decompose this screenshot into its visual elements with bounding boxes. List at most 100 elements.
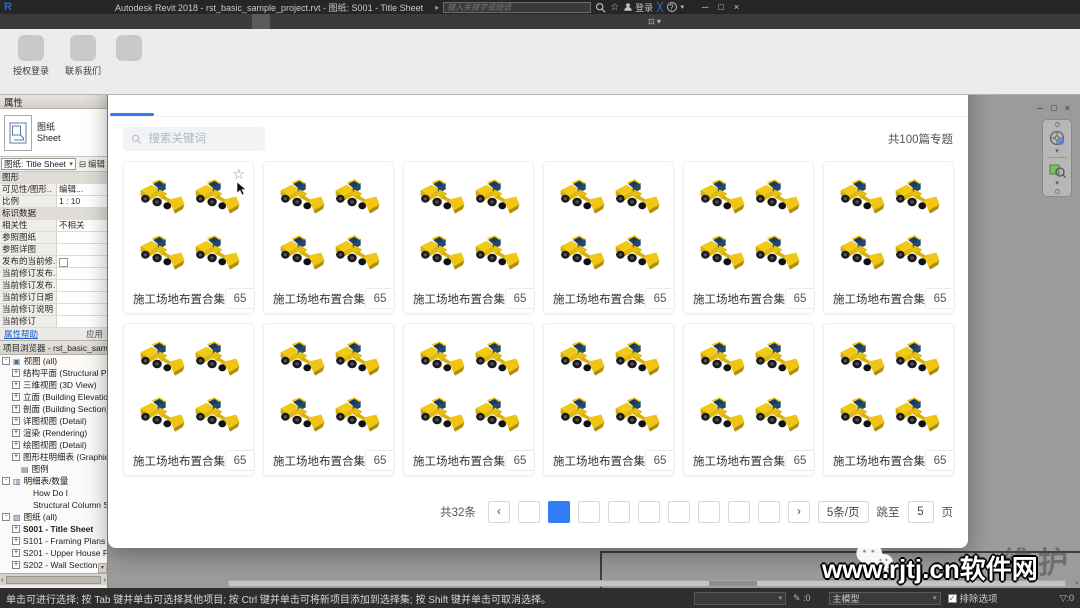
ribbon-tab[interactable]	[126, 14, 144, 29]
property-value[interactable]: 1 : 10	[57, 196, 107, 207]
ribbon-tab[interactable]	[234, 14, 252, 29]
tree-expand-icon[interactable]: -	[2, 477, 10, 485]
collapse-arrow-icon[interactable]: ▸	[435, 3, 439, 12]
topic-card[interactable]: 施工场地布置合集 65 ☆	[403, 161, 535, 314]
ribbon-tab[interactable]	[252, 14, 270, 29]
page-number-button[interactable]	[637, 501, 660, 523]
filter-count[interactable]: ▽:0	[1060, 593, 1074, 604]
topic-card[interactable]: 施工场地布置合集 65 ☆	[683, 323, 815, 476]
topic-card[interactable]: 施工场地布置合集 65 ☆	[823, 161, 955, 314]
view-restore-button[interactable]: □	[1051, 103, 1056, 113]
nav-chevron-icon[interactable]: ▾	[1055, 148, 1059, 155]
topic-card[interactable]: 施工场地布置合集 65 ☆	[823, 323, 955, 476]
tree-item[interactable]: + S201 - Upper House Framing	[0, 547, 107, 559]
nav-chevron-icon[interactable]: ▾	[1055, 180, 1059, 187]
tree-horizontal-scrollbar[interactable]: ‹ ›	[0, 573, 107, 585]
help-search-box[interactable]	[443, 1, 592, 13]
help-chevron-icon[interactable]: ▾	[681, 3, 685, 11]
topic-search-input[interactable]	[146, 132, 257, 146]
tree-item[interactable]: Structural Column Schedule	[0, 499, 107, 511]
tree-expand-icon[interactable]: +	[12, 369, 20, 377]
property-value[interactable]	[57, 232, 107, 243]
property-value[interactable]	[57, 292, 107, 303]
tree-item[interactable]: + 绘图视图 (Detail)	[0, 439, 107, 451]
tree-expand-icon[interactable]: +	[12, 417, 20, 425]
minimize-button[interactable]: ─	[702, 2, 708, 12]
tree-item[interactable]: + 详图视图 (Detail)	[0, 415, 107, 427]
scroll-right-icon[interactable]: ›	[103, 575, 106, 584]
scrollbar-arrow-icon[interactable]: ›	[1075, 578, 1078, 587]
scrollbar-thumb[interactable]	[709, 581, 757, 586]
tree-item[interactable]: ▤ 图例	[0, 463, 107, 475]
page-number-button[interactable]	[697, 501, 720, 523]
ribbon-tab[interactable]	[198, 14, 216, 29]
topic-card[interactable]: 施工场地布置合集 65 ☆	[263, 161, 395, 314]
edit-type-button[interactable]: ⊟ 编辑	[77, 157, 107, 171]
page-size-select[interactable]: 5条/页	[817, 501, 869, 523]
topic-card[interactable]: 施工场地布置合集 65 ☆	[123, 323, 255, 476]
tree-item[interactable]: - ▥ 明细表/数量	[0, 475, 107, 487]
property-value[interactable]	[57, 316, 107, 327]
tree-expand-icon[interactable]: +	[12, 453, 20, 461]
tree-item[interactable]: + S101 - Framing Plans	[0, 535, 107, 547]
page-number-button[interactable]	[607, 501, 630, 523]
favorite-star-icon[interactable]: ☆	[232, 166, 245, 183]
star-icon[interactable]: ☆	[610, 2, 619, 13]
close-button[interactable]: ×	[734, 2, 739, 12]
ribbon-tab[interactable]	[108, 14, 126, 29]
tree-expand-icon[interactable]: +	[12, 381, 20, 389]
apply-button[interactable]: 应用	[86, 328, 103, 340]
page-number-button[interactable]	[517, 501, 540, 523]
property-row[interactable]: 比例 1 : 10	[0, 196, 107, 208]
sign-in-button[interactable]: 登录	[623, 1, 653, 14]
tree-expand-icon[interactable]: -	[2, 513, 10, 521]
workset-select[interactable]: ▾	[693, 591, 786, 605]
ribbon-tab[interactable]	[0, 14, 18, 29]
topic-card[interactable]: 施工场地布置合集 65 ☆	[263, 323, 395, 476]
ribbon-tab[interactable]	[216, 14, 234, 29]
tree-scroll-down-arrow[interactable]: ▾	[98, 563, 107, 573]
type-select-dropdown[interactable]: 图纸: Title Sheet ▾	[1, 158, 76, 170]
property-row[interactable]: 参照图纸	[0, 232, 107, 244]
property-value[interactable]	[57, 268, 107, 279]
property-row[interactable]: 当前修订发布..	[0, 280, 107, 292]
tree-expand-icon[interactable]: +	[12, 549, 20, 557]
property-row[interactable]: 相关性 不相关	[0, 220, 107, 232]
help-search-input[interactable]	[444, 2, 591, 12]
ribbon-tab[interactable]	[90, 14, 108, 29]
tree-expand-icon[interactable]: +	[12, 441, 20, 449]
next-page-button[interactable]: ›	[787, 501, 810, 523]
property-row[interactable]: 参照详图	[0, 244, 107, 256]
ribbon-tab[interactable]	[180, 14, 198, 29]
exchange-apps-icon[interactable]: ╳	[657, 2, 662, 13]
view-minimize-button[interactable]: ─	[1037, 103, 1043, 113]
project-browser-header[interactable]: 项目浏览器 - rst_basic_sample_pro	[0, 341, 107, 355]
scrollbar-thumb[interactable]	[5, 575, 102, 584]
property-row[interactable]: 标识数据	[0, 208, 107, 220]
navigation-bar[interactable]: ▾ ▾	[1042, 119, 1072, 197]
exclude-options-checkbox[interactable]: ✓ 排除选项	[947, 591, 998, 605]
property-value[interactable]	[57, 280, 107, 291]
tree-item[interactable]: + 三维视图 (3D View)	[0, 379, 107, 391]
tree-expand-icon[interactable]: -	[2, 357, 10, 365]
zoom-tool-icon[interactable]	[1048, 161, 1066, 179]
topic-search-box[interactable]	[123, 127, 265, 151]
property-value[interactable]: 编辑...	[57, 184, 107, 195]
property-row[interactable]: 图形	[0, 172, 107, 184]
type-selector[interactable]: 图纸 Sheet	[0, 109, 107, 157]
page-number-button[interactable]	[727, 501, 750, 523]
property-value[interactable]	[57, 244, 107, 255]
properties-help-link[interactable]: 属性帮助	[4, 328, 38, 340]
property-value[interactable]	[57, 256, 107, 267]
tree-expand-icon[interactable]: +	[12, 525, 20, 533]
tree-expand-icon[interactable]: +	[12, 393, 20, 401]
page-number-button[interactable]	[667, 501, 690, 523]
ribbon-tab[interactable]	[18, 14, 36, 29]
property-row[interactable]: 可见性/图形.. 编辑...	[0, 184, 107, 196]
tree-item[interactable]: - ▣ 视图 (all)	[0, 355, 107, 367]
ribbon-tab[interactable]	[54, 14, 72, 29]
property-row[interactable]: 发布的当前修..	[0, 256, 107, 268]
ribbon-tab[interactable]	[36, 14, 54, 29]
properties-header[interactable]: 属性	[0, 95, 107, 109]
topic-card[interactable]: 施工场地布置合集 65 ☆	[123, 161, 255, 314]
